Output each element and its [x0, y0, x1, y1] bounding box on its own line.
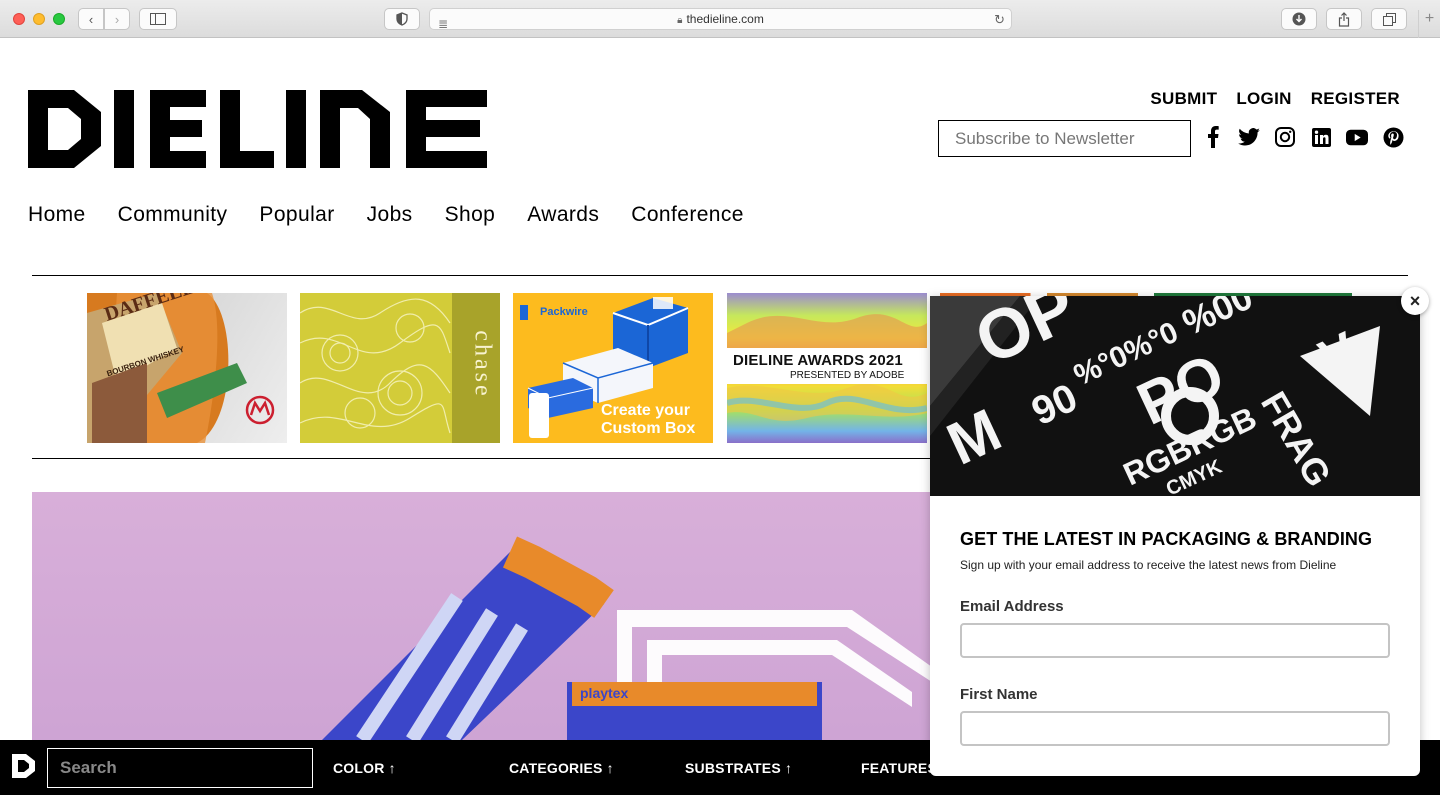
share-icon [1338, 11, 1350, 27]
reload-icon[interactable]: ↻ [994, 10, 1005, 30]
nav-awards[interactable]: Awards [527, 203, 599, 227]
privacy-button[interactable] [384, 8, 420, 30]
awards-subtitle-text: PRESENTED BY ADOBE [790, 370, 905, 381]
chevron-left-icon: ‹ [88, 11, 94, 27]
packwire-brand-text: Packwire [540, 306, 588, 318]
popup-title: GET THE LATEST IN PACKAGING & BRANDING [960, 529, 1373, 549]
bottom-search-input[interactable]: Search [47, 748, 313, 788]
nav-shop[interactable]: Shop [445, 203, 496, 227]
nav-community[interactable]: Community [118, 203, 228, 227]
shield-icon [396, 12, 408, 26]
login-link[interactable]: LOGIN [1236, 89, 1291, 109]
hero-packaging-illustration: playtex [322, 536, 932, 740]
packwire-cta-line1: Create your [601, 402, 690, 419]
nav-jobs[interactable]: Jobs [367, 203, 413, 227]
pinterest-icon[interactable] [1382, 126, 1404, 148]
lock-icon: 🔒︎ [677, 15, 683, 26]
features-filter-button[interactable]: FEATURES [861, 760, 937, 776]
ad-whiskey[interactable]: DAFFELL BOURBON WHISKEY [87, 293, 287, 443]
sidebar-button[interactable] [139, 8, 177, 30]
newsletter-popup: OP 90 %°0%°0 PO RGBRGB FRAG %00 V M CMYK… [930, 296, 1420, 776]
divider-bottom [32, 458, 932, 459]
first-name-field[interactable] [960, 711, 1390, 746]
popup-typography-image: OP 90 %°0%°0 PO RGBRGB FRAG %00 V M CMYK [930, 296, 1420, 496]
tabs-button[interactable] [1371, 8, 1407, 30]
chase-brand-text: chase [469, 330, 496, 399]
register-link[interactable]: REGISTER [1311, 89, 1400, 109]
sidebar-icon [150, 13, 166, 25]
close-window-button[interactable] [13, 13, 25, 25]
ad-packwire[interactable]: Packwire Create your Custom Box [513, 293, 713, 443]
youtube-icon[interactable] [1346, 126, 1368, 148]
popup-subtitle: Sign up with your email address to recei… [960, 558, 1337, 572]
first-name-label: First Name [960, 686, 1038, 703]
nav-home[interactable]: Home [28, 203, 86, 227]
zoom-window-button[interactable] [53, 13, 65, 25]
linkedin-icon[interactable] [1310, 126, 1332, 148]
awards-title-text: DIELINE AWARDS 2021 [733, 352, 903, 369]
submit-link[interactable]: SUBMIT [1150, 89, 1217, 109]
color-filter-button[interactable]: COLOR ↑ [333, 760, 396, 776]
svg-text:playtex: playtex [580, 685, 628, 701]
instagram-icon[interactable] [1274, 126, 1296, 148]
chevron-right-icon: › [114, 11, 120, 27]
nav-conference[interactable]: Conference [631, 203, 744, 227]
reader-icon[interactable]: ≣ [438, 14, 448, 34]
twitter-icon[interactable] [1238, 126, 1260, 148]
packwire-cta-line2: Custom Box [601, 420, 696, 437]
url-text: thedieline.com [686, 12, 764, 26]
main-nav: Home Community Popular Jobs Shop Awards … [28, 203, 744, 227]
email-label: Email Address [960, 598, 1064, 615]
downloads-button[interactable] [1281, 8, 1317, 30]
ad-chase[interactable]: chase [300, 293, 500, 443]
new-tab-button[interactable]: + [1418, 10, 1440, 38]
social-links [1202, 126, 1404, 148]
download-icon [1292, 12, 1306, 26]
divider-top [32, 275, 1408, 276]
newsletter-input[interactable]: Subscribe to Newsletter [938, 120, 1191, 157]
email-field[interactable] [960, 623, 1390, 658]
close-icon: × [1409, 290, 1421, 311]
facebook-icon[interactable] [1202, 126, 1224, 148]
account-links: SUBMIT LOGIN REGISTER [1150, 89, 1400, 109]
ad-dieline-awards[interactable]: DIELINE AWARDS 2021 PRESENTED BY ADOBE [727, 293, 927, 443]
dieline-d-icon[interactable] [12, 754, 36, 778]
hero-image[interactable]: playtex [32, 492, 932, 740]
categories-filter-button[interactable]: CATEGORIES ↑ [509, 760, 614, 776]
address-bar[interactable]: ≣ 🔒︎ thedieline.com ↻ [429, 8, 1012, 31]
back-button[interactable]: ‹ [78, 8, 104, 30]
forward-button[interactable]: › [104, 8, 130, 30]
minimize-window-button[interactable] [33, 13, 45, 25]
tabs-icon [1382, 12, 1396, 26]
popup-close-button[interactable]: × [1401, 287, 1429, 315]
share-button[interactable] [1326, 8, 1362, 30]
nav-popular[interactable]: Popular [259, 203, 334, 227]
browser-toolbar: ‹ › ≣ 🔒︎ thedieline.com ↻ + [0, 0, 1440, 38]
dieline-wordmark [28, 90, 487, 168]
substrates-filter-button[interactable]: SUBSTRATES ↑ [685, 760, 792, 776]
dieline-logo[interactable] [28, 90, 488, 168]
